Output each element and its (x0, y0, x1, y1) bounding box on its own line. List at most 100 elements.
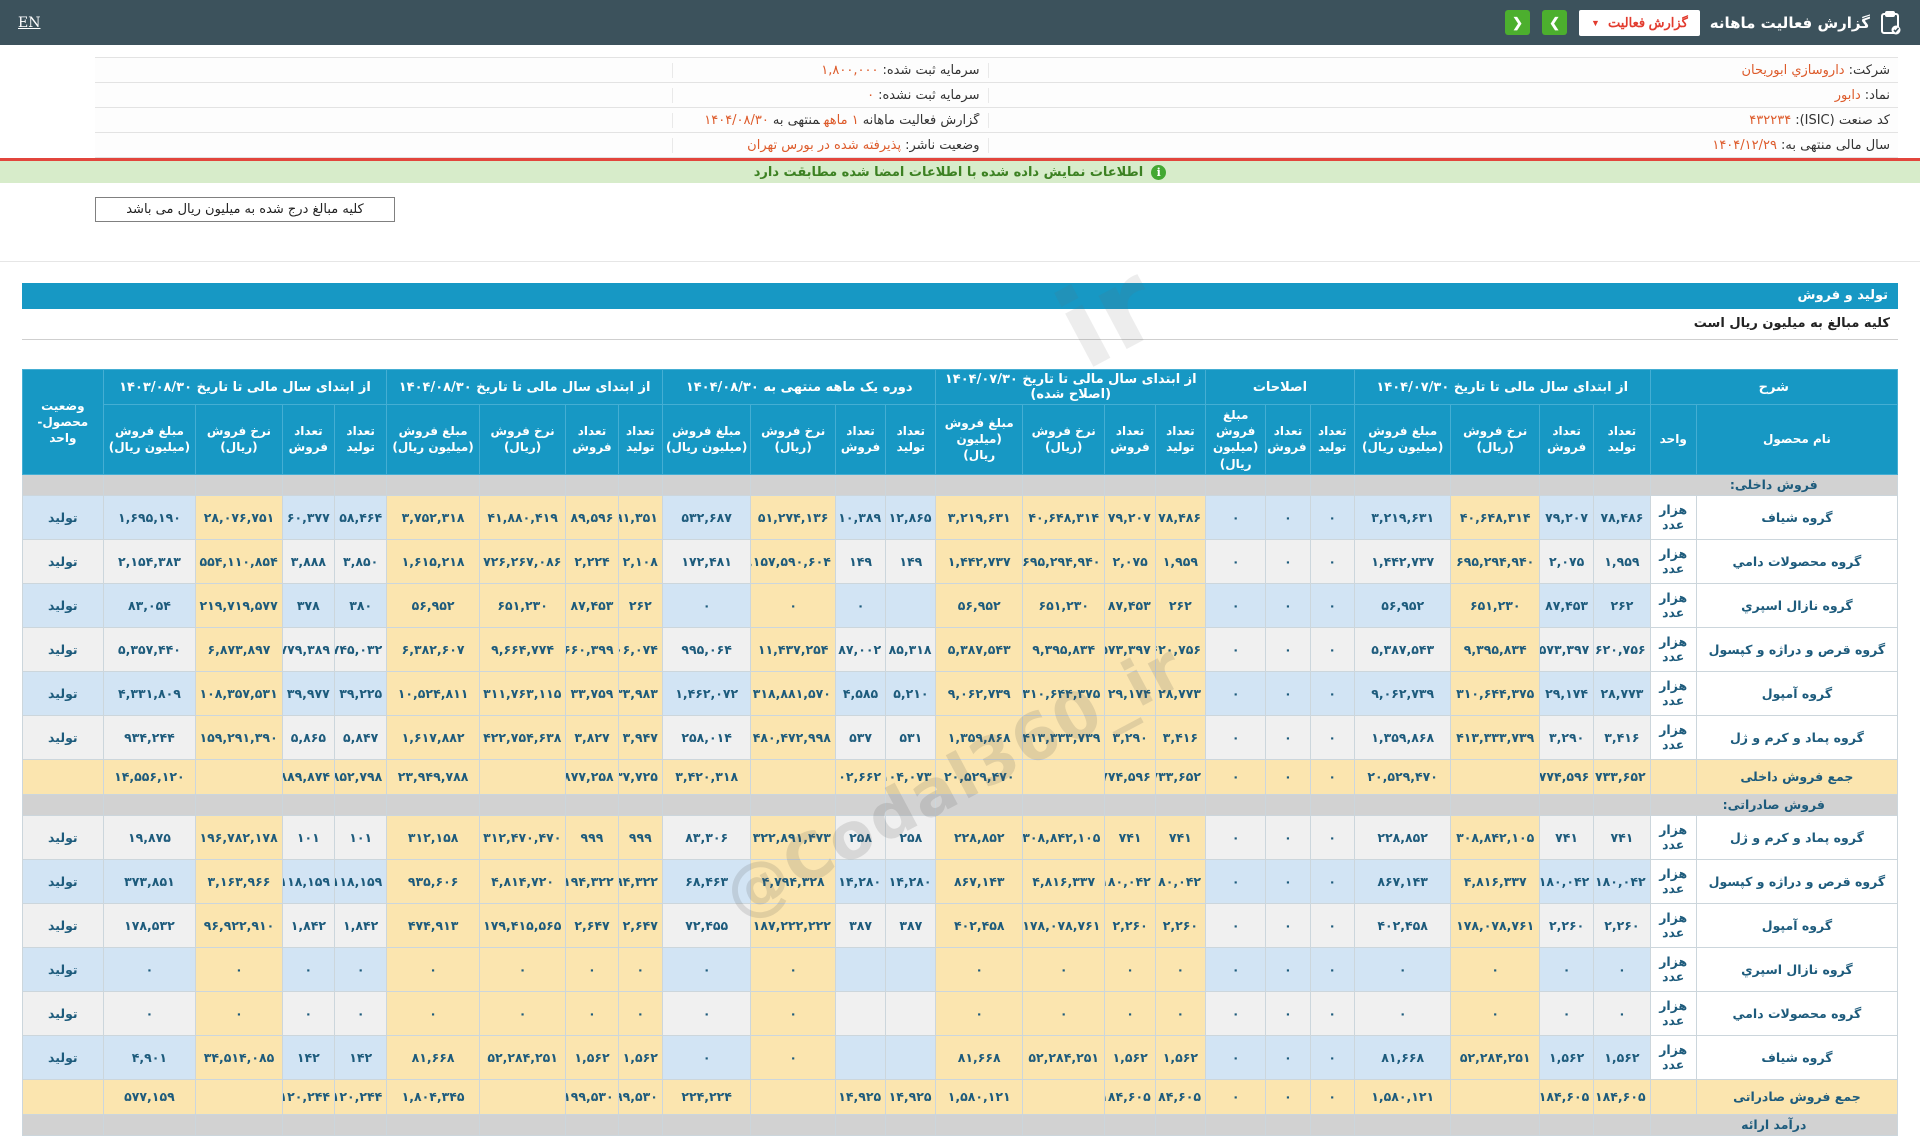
value-cell: ۹۹۹ (617, 814, 663, 860)
value-cell: ۸۷,۴۵۳ (1104, 582, 1156, 628)
value-cell: ۰ (661, 990, 752, 1036)
column-header: تعداد تولید (1309, 404, 1355, 475)
product-name-cell: گروه پماد و کرم و ژل (1695, 814, 1899, 860)
value-cell: ۱,۸۰۴,۳۴۵ (386, 1078, 480, 1115)
value-cell: ۰ (1538, 946, 1595, 992)
value-cell (885, 990, 937, 1036)
value-cell: ۲,۲۶۰ (1154, 902, 1207, 948)
value-cell: ۹۳۴,۲۴۴ (102, 714, 197, 760)
field-label: شرکت: (1848, 62, 1890, 78)
value-cell: ۲,۲۶۰ (1538, 902, 1595, 948)
value-cell: ۰ (1309, 538, 1355, 584)
value-cell: ۱۰۸,۳۵۷,۵۳۱ (195, 670, 283, 716)
value-cell: ۰ (1204, 626, 1267, 672)
unregistered-capital-field: سرمایه ثبت نشده:۰ (672, 87, 988, 103)
registered-capital-field: سرمایه ثبت شده:۱,۸۰۰,۰۰۰ (672, 62, 988, 78)
section-filler-cell (565, 473, 619, 496)
value-cell: ۰ (1104, 946, 1156, 992)
data-row: گروه پماد و کرم و ژل هزار عدد ۳,۴۱۶ ۳,۲۹۰ ۴۱… (22, 714, 1899, 760)
section-filler-cell (333, 1113, 388, 1136)
section-filler-cell (195, 1113, 283, 1136)
value-cell: ۱۴,۲۸۰ (834, 858, 887, 904)
value-cell: ۳۰۸,۸۴۲,۱۰۵ (1450, 814, 1540, 860)
value-cell: ۳,۸۸۸ (281, 538, 336, 584)
value-cell: ۸۷,۴۵۳ (565, 582, 619, 628)
section-filler-cell (1265, 793, 1311, 816)
value-cell: ۰ (1204, 858, 1267, 904)
value-cell: ۰ (1204, 538, 1267, 584)
value-cell (885, 1034, 937, 1080)
value-cell: ۳۴,۵۱۴,۰۸۵ (195, 1034, 283, 1080)
value-cell: ۱۴,۹۲۵ (885, 1078, 937, 1115)
value-cell: ۱۰,۵۲۴,۸۱۱ (386, 670, 480, 716)
report-type-dropdown[interactable]: گزارش فعالیت ▼ (1579, 9, 1700, 36)
column-header: تعداد فروش (281, 404, 336, 475)
unit-cell: هزار عدد (1649, 858, 1697, 904)
value-cell: ۰ (195, 990, 283, 1036)
section-filler-cell (750, 1113, 836, 1136)
report-type-label: گزارش فعالیت (1607, 14, 1688, 30)
value-cell: ۱,۶۹۵,۱۹۰ (102, 494, 197, 540)
value-cell: ۲۳,۹۴۹,۷۸۸ (386, 758, 480, 795)
value-cell: ۰ (935, 946, 1023, 992)
value-cell: ۲۹,۱۷۴ (1538, 670, 1595, 716)
language-switch-link[interactable]: EN (18, 15, 40, 31)
section-filler-cell (565, 793, 619, 816)
value-cell: ۱,۹۵۹ (1593, 538, 1651, 584)
product-name-cell: گروه نازال اسپري (1695, 582, 1899, 628)
value-cell: ۴۱۳,۳۳۳,۷۳۹ (1450, 714, 1540, 760)
total-row: جمع فروش صادراتی ۱۸۴,۶۰۵ ۱۸۴,۶۰۵ ۱,۵۸۰,۱۲۱ ۰… (22, 1078, 1899, 1115)
value-cell: ۱۷۸,۰۷۸,۷۶۱ (1450, 902, 1540, 948)
value-cell: ۶۵۱,۲۳۰ (478, 582, 567, 628)
value-cell: ۵,۲۱۰ (885, 670, 937, 716)
section-filler-cell (1353, 473, 1452, 496)
value-cell: ۰ (1450, 990, 1540, 1036)
value-cell: ۲۰,۵۲۹,۴۷۰ (935, 758, 1023, 795)
section-filler-cell (195, 793, 283, 816)
value-cell (478, 1078, 567, 1115)
value-cell: ۸۱,۶۶۸ (1353, 1034, 1452, 1080)
value-cell: ۷۷۴,۵۹۶ (1538, 758, 1595, 795)
section-filler-cell (565, 1113, 619, 1136)
value-cell: ۴۱۳,۳۳۳,۷۳۹ (1021, 714, 1106, 760)
column-header: مبلغ فروش (میلیون ریال) (935, 404, 1023, 475)
value-cell: ۵۵۴,۱۱۰,۸۵۴ (195, 538, 283, 584)
value-cell: ۰ (1204, 902, 1267, 948)
value-cell: ۲۲۸,۸۵۲ (1353, 814, 1452, 860)
product-name-cell: گروه شیاف (1695, 494, 1899, 540)
field-label: سال مالی منتهی به: (1780, 137, 1890, 153)
value-cell: ۱۸۴,۶۰۵ (1593, 1078, 1651, 1115)
section-filler-cell (661, 1113, 752, 1136)
section-filler-cell (1154, 473, 1207, 496)
column-header: تعداد فروش (1104, 404, 1156, 475)
value-cell: ۲۵۸ (885, 814, 937, 860)
value-cell: ۰ (1265, 858, 1311, 904)
data-row: گروه محصولات دامي هزار عدد ۱,۹۵۹ ۲,۰۷۵ ۶۹۵,۲… (22, 538, 1899, 584)
value-cell: ۰ (386, 990, 480, 1036)
value-cell: ۳۳,۹۸۳ (617, 670, 663, 716)
unit-cell: هزار عدد (1649, 670, 1697, 716)
previous-report-button[interactable]: ❮ (1505, 10, 1531, 35)
column-header: نرخ فروش (ریال) (1021, 404, 1106, 475)
next-report-button[interactable]: ❯ (1542, 10, 1568, 35)
value-cell: ۹۳۵,۶۰۶ (386, 858, 480, 904)
value-cell: ۸۵۲,۷۹۸ (333, 758, 388, 795)
section-filler-cell (935, 1113, 1023, 1136)
value-cell: ۵۷۷,۱۵۹ (102, 1078, 197, 1115)
value-cell: ۴,۳۳۱,۸۰۹ (102, 670, 197, 716)
section-filler-cell (478, 793, 567, 816)
issuer-status-field: وضعیت ناشر:پذيرفته شده در بورس تهران (672, 137, 988, 153)
section-header: تولید و فروش (22, 283, 1898, 309)
value-cell: ۴۱,۸۸۰,۴۱۹ (478, 494, 567, 540)
column-header: مبلغ فروش (میلیون ریال) (102, 404, 197, 475)
data-row: گروه شیاف هزار عدد ۷۸,۴۸۶ ۷۹,۲۰۷ ۴۰,۶۴۸,۳۱۴ ۳… (22, 494, 1899, 540)
value-cell: ۷۰۶,۰۷۴ (617, 626, 663, 672)
value-cell: ۰ (661, 946, 752, 992)
value-cell: ۱۱,۴۳۷,۲۵۴ (750, 626, 836, 672)
value-cell: ۳۸۷ (885, 902, 937, 948)
value-cell: ۰ (1104, 990, 1156, 1036)
status-cell: تولید (22, 990, 104, 1036)
value-cell: ۱,۹۵۹ (1154, 538, 1207, 584)
column-header: تعداد تولید (1154, 404, 1207, 475)
value-cell: ۳۱۲,۴۷۰,۴۷۰ (478, 814, 567, 860)
